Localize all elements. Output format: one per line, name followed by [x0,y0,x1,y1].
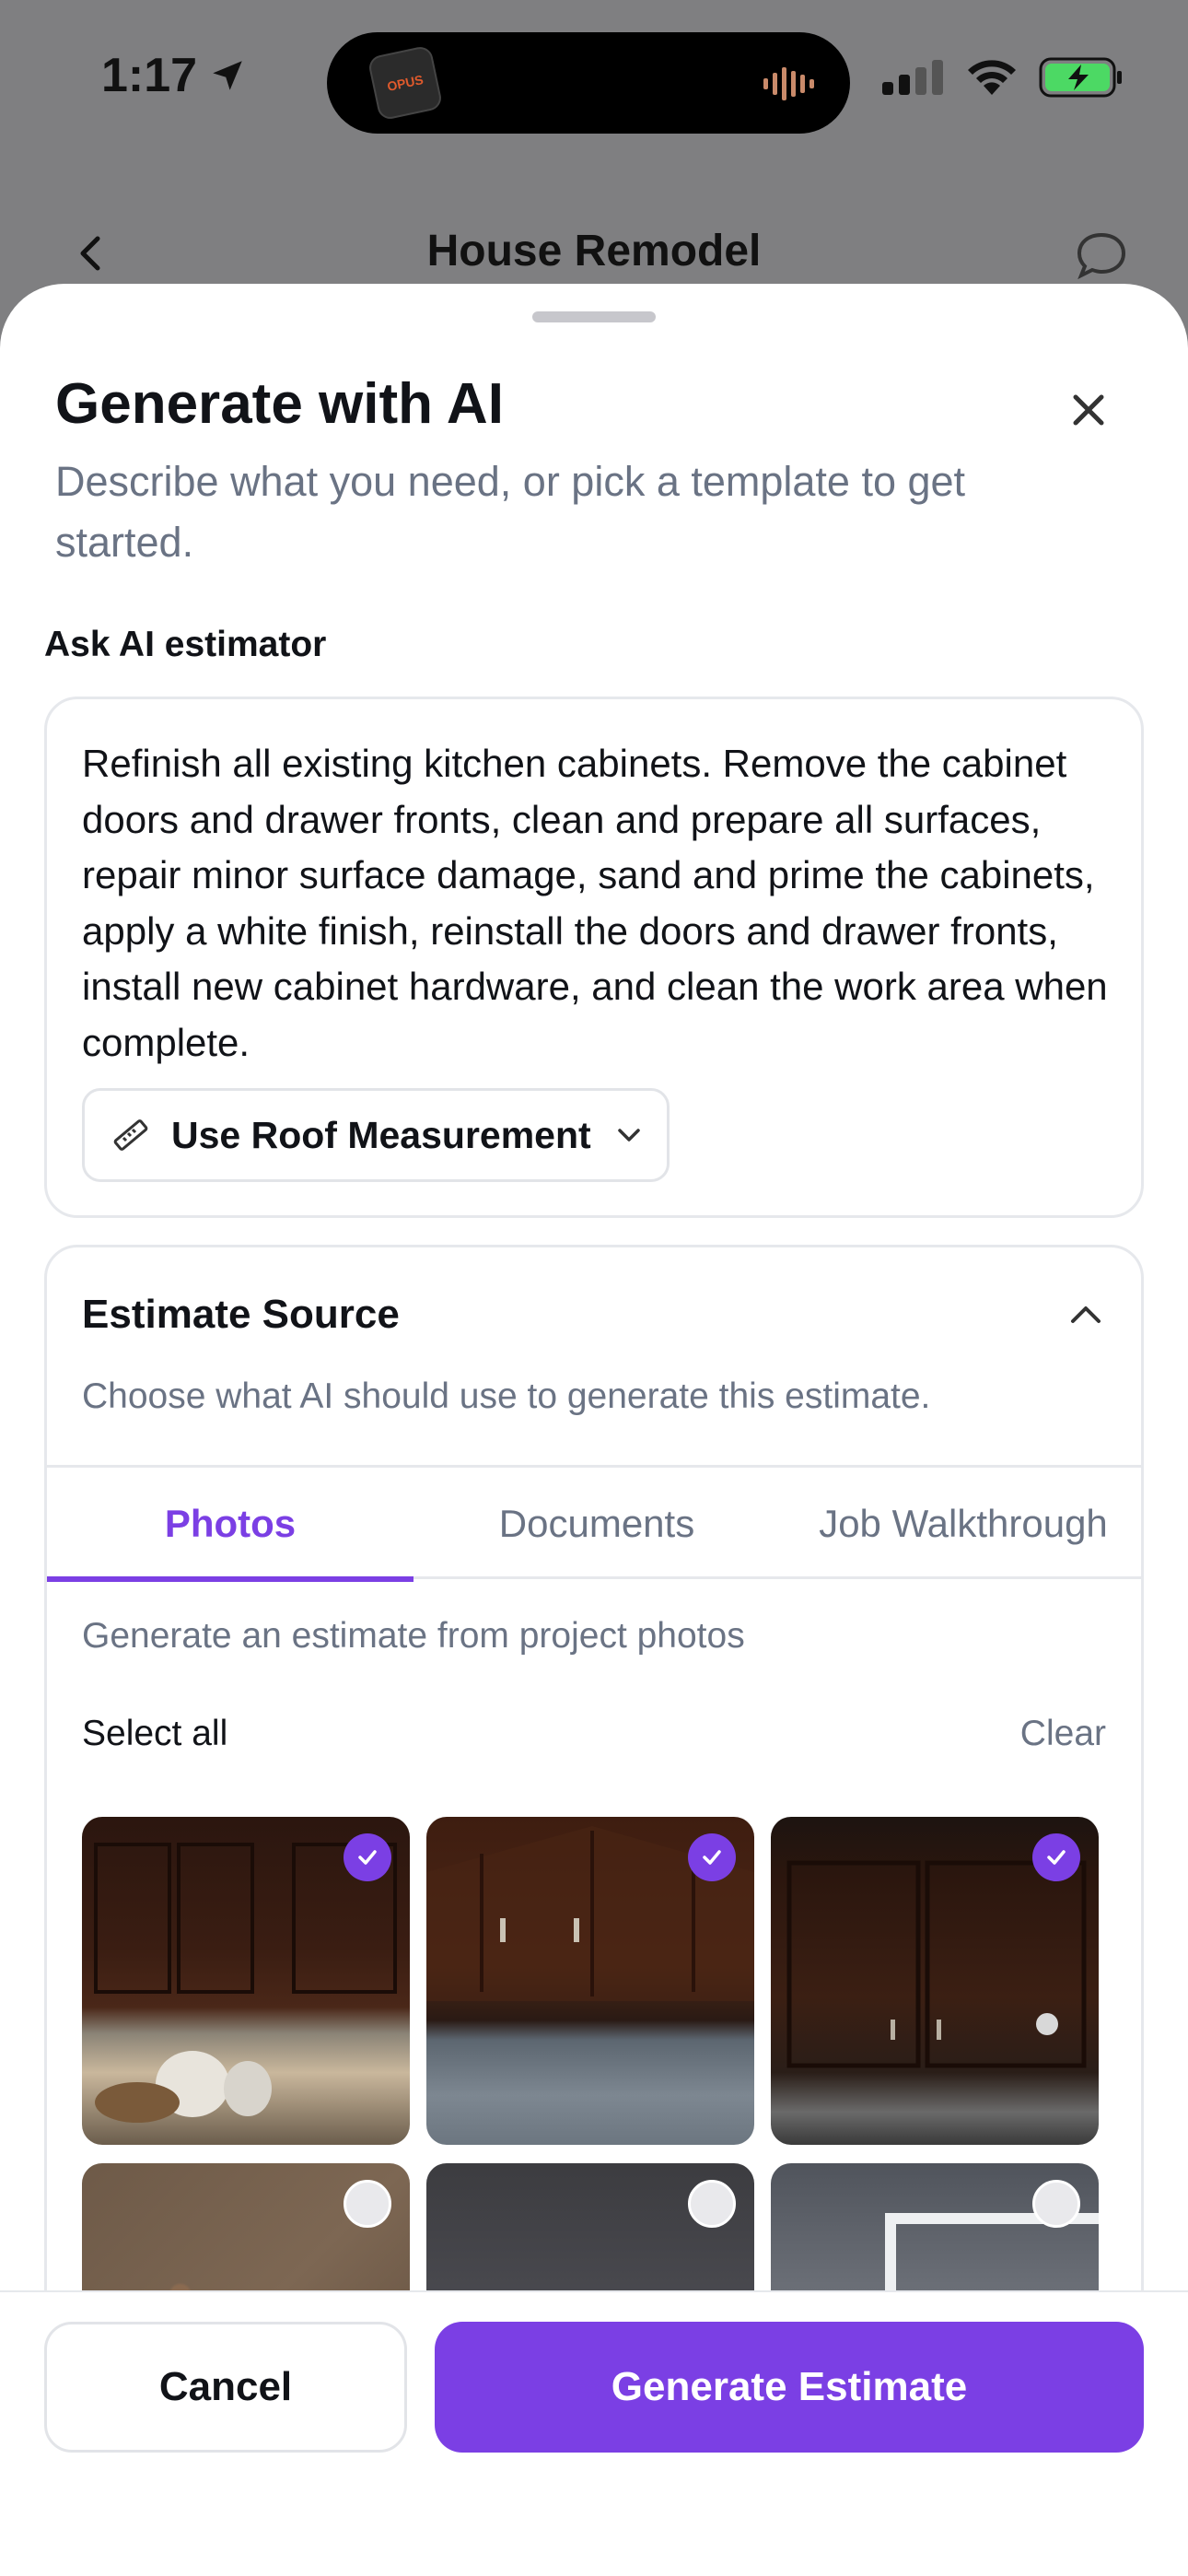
unselected-check-icon[interactable] [688,2180,736,2228]
selected-check-icon[interactable] [688,1833,736,1881]
photo-thumbnail[interactable] [426,1817,754,2145]
wifi-icon [968,60,1016,95]
chevron-up-icon[interactable] [1066,1295,1106,1336]
estimate-source-title: Estimate Source [82,1292,400,1337]
tab-photos[interactable]: Photos [47,1468,413,1582]
clear-link[interactable]: Clear [1020,1714,1106,1754]
dynamic-island: OPUS [327,32,850,134]
selected-check-icon[interactable] [1032,1833,1080,1881]
sheet-grabber[interactable] [532,311,656,322]
close-icon [1073,394,1104,426]
status-bar: 1:17 OPUS [0,0,1188,161]
unselected-check-icon[interactable] [1032,2180,1080,2228]
photo-thumbnail[interactable] [771,1817,1099,2145]
sheet-title: Generate with AI [55,372,504,436]
close-button[interactable] [1059,381,1118,439]
battery-charging-icon [1039,57,1122,98]
select-all-link[interactable]: Select all [82,1714,227,1754]
measurement-label: Use Roof Measurement [171,1113,591,1156]
photo-thumbnail[interactable] [82,1817,410,2145]
island-app-icon: OPUS [367,44,444,122]
prompt-text[interactable]: Refinish all existing kitchen cabinets. … [82,736,1113,1071]
sheet-footer: Cancel Generate Estimate [0,2290,1188,2576]
tab-documents[interactable]: Documents [413,1468,780,1579]
ruler-icon [113,1119,148,1151]
status-icons [882,57,1124,98]
generate-ai-sheet: Generate with AI Describe what you need,… [0,284,1188,2576]
sheet-subtitle: Describe what you need, or pick a templa… [55,458,966,566]
signal-icon [882,60,943,95]
status-time: 1:17 [101,48,247,103]
ask-ai-label: Ask AI estimator [44,625,327,664]
chat-icon[interactable] [1072,226,1131,285]
time-label: 1:17 [101,49,198,102]
audio-wave-icon [763,67,814,100]
use-roof-measurement-button[interactable]: Use Roof Measurement [82,1088,670,1182]
chevron-down-icon [617,1129,640,1142]
tab-job-walkthrough[interactable]: Job Walkthrough [780,1468,1141,1579]
source-tabs: Photos Documents Job Walkthrough [47,1465,1141,1582]
location-icon [213,61,242,90]
photos-description: Generate an estimate from project photos [82,1616,745,1656]
prompt-input[interactable]: Refinish all existing kitchen cabinets. … [44,697,1144,1218]
selected-check-icon[interactable] [344,1833,391,1881]
generate-estimate-button[interactable]: Generate Estimate [435,2322,1144,2453]
estimate-source-description: Choose what AI should use to generate th… [82,1376,931,1416]
unselected-check-icon[interactable] [344,2180,391,2228]
background-page-title: House Remodel [426,227,762,275]
cancel-button[interactable]: Cancel [44,2322,407,2453]
